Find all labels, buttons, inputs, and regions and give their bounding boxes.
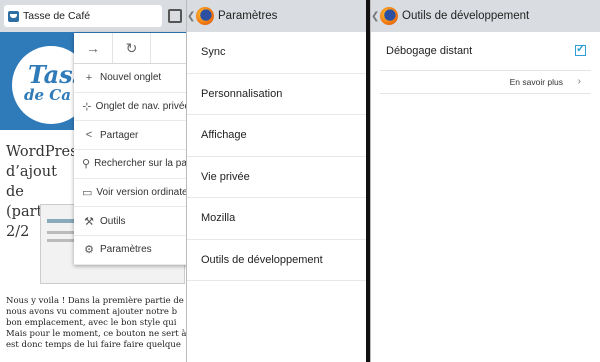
menu-item-settings[interactable]: ⚙ Paramètres (74, 236, 190, 265)
settings-item-display[interactable]: Affichage (187, 115, 366, 157)
page-title: Outils de développement (402, 10, 530, 22)
devtools-panel: ❮ Outils de développement Débogage dista… (370, 0, 600, 362)
url-bar[interactable]: Tasse de Café (4, 5, 162, 27)
remote-debugging-row[interactable]: Débogage distant (380, 32, 591, 70)
menu-item-desktop-version[interactable]: ▭ Voir version ordinateur (74, 179, 190, 208)
menu-item-label: Voir version ordinateur (96, 187, 190, 199)
learn-more-link[interactable]: En savoir plus (510, 77, 563, 87)
menu-item-label: Onglet de nav. privée (95, 101, 190, 113)
browser-panel: Tasse de Café Tass de Ca WordPress d’ajo… (0, 0, 190, 362)
article-line: Mais pour le moment, ce bouton ne sert à (6, 329, 187, 339)
share-icon: < (85, 129, 93, 142)
menu-item-tools[interactable]: ⚒ Outils (74, 207, 190, 237)
settings-header[interactable]: ❮ Paramètres (187, 0, 366, 32)
gear-icon: ⚙ (84, 244, 94, 257)
settings-item-devtools[interactable]: Outils de développement (187, 240, 366, 281)
back-chevron-icon[interactable]: ❮ (187, 11, 195, 22)
menu-item-find-in-page[interactable]: ⚲ Rechercher sur la page (74, 150, 190, 179)
page-title: Paramètres (218, 10, 278, 22)
article-title-line: WordPress (6, 144, 86, 160)
settings-panel: ❮ Paramètres Sync Personnalisation Affic… (186, 0, 366, 362)
remote-debugging-label: Débogage distant (386, 45, 473, 57)
article-line: bon emplacement, avec le bon style qui (6, 318, 177, 328)
settings-item-mozilla[interactable]: Mozilla (187, 198, 366, 240)
tools-icon: ⚒ (84, 215, 94, 228)
chevron-right-icon: › (577, 76, 581, 87)
menu-item-label: Rechercher sur la page (94, 158, 190, 170)
tabs-counter-button[interactable] (168, 9, 182, 23)
private-tab-icon: ⊹ (82, 101, 92, 114)
desktop-icon: ▭ (82, 187, 93, 200)
search-icon: ⚲ (82, 158, 91, 171)
bookmark-icon[interactable] (151, 33, 190, 63)
menu-item-label: Nouvel onglet (100, 72, 162, 84)
article-line: Nous y voila ! Dans la première partie d… (6, 296, 190, 306)
back-chevron-icon[interactable]: ❮ (371, 11, 379, 22)
tab-title: Tasse de Café (23, 10, 91, 22)
menu-item-new-tab[interactable]: + Nouvel onglet (74, 64, 190, 93)
menu-action-row: → ↻ (74, 33, 190, 64)
site-favicon-icon (8, 10, 19, 22)
reload-icon[interactable]: ↻ (113, 33, 152, 63)
article-line: est donc temps de lui faire faire quelqu… (6, 340, 181, 350)
forward-icon[interactable]: → (74, 33, 113, 63)
settings-item-sync[interactable]: Sync (187, 32, 366, 74)
firefox-logo-icon (380, 7, 398, 25)
remote-debugging-checkbox[interactable] (575, 42, 586, 56)
learn-more-row[interactable]: En savoir plus › (380, 70, 591, 94)
article-body: Nous y voila ! Dans la première partie d… (6, 296, 190, 351)
menu-item-private-tab[interactable]: ⊹ Onglet de nav. privée (74, 93, 190, 122)
site-logo-text-2: de Ca (24, 86, 71, 104)
article-line: nous avons vu comment ajouter notre b (6, 307, 178, 317)
firefox-logo-icon (196, 7, 214, 25)
menu-item-label: Paramètres (100, 244, 152, 256)
browser-menu: → ↻ + Nouvel onglet ⊹ Onglet de nav. pri… (74, 33, 190, 265)
menu-item-label: Partager (100, 129, 139, 141)
plus-icon: + (85, 71, 93, 84)
toolbar: Tasse de Café (0, 0, 190, 32)
menu-item-label: Outils (100, 215, 126, 227)
devtools-header[interactable]: ❮ Outils de développement (371, 0, 600, 32)
menu-item-share[interactable]: < Partager (74, 121, 190, 151)
article-title-line: d’ajout de (6, 164, 57, 200)
settings-item-privacy[interactable]: Vie privée (187, 157, 366, 198)
settings-item-customize[interactable]: Personnalisation (187, 74, 366, 115)
